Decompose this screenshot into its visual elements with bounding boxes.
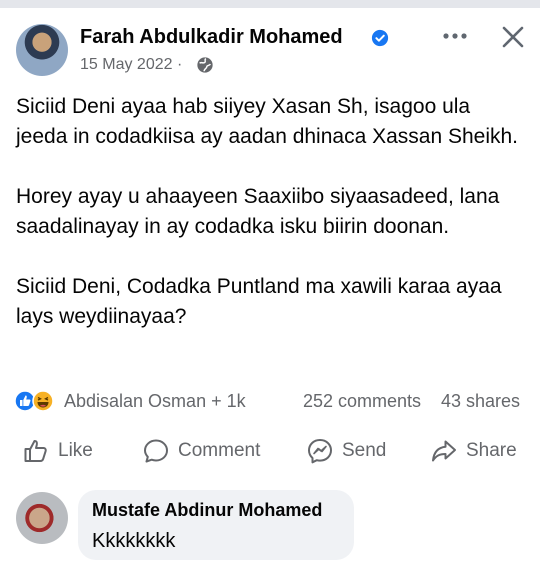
- share-button[interactable]: Share: [430, 436, 517, 466]
- share-arrow-icon: [432, 440, 456, 462]
- messenger-icon: [308, 439, 332, 464]
- post-paragraph: Horey ayay u ahaayeen Saaxiibo siyaasade…: [16, 185, 500, 238]
- top-divider: [0, 0, 540, 8]
- comment-text: Kkkkkkkk: [92, 530, 176, 552]
- haha-reaction-icon: [32, 390, 54, 412]
- post-paragraph: Siciid Deni ayaa hab siiyey Xasan Sh, is…: [16, 95, 519, 148]
- globe-icon: [197, 57, 213, 73]
- comment-bubble-icon: [144, 439, 168, 463]
- commenter-avatar[interactable]: [16, 492, 68, 544]
- author-avatar[interactable]: [16, 24, 68, 76]
- send-label: Send: [342, 440, 387, 461]
- like-button[interactable]: Like: [22, 436, 93, 466]
- reactions-count[interactable]: Abdisalan Osman + 1k: [64, 391, 246, 412]
- post-body: Siciid Deni ayaa hab siiyey Xasan Sh, is…: [16, 92, 526, 362]
- like-label: Like: [58, 440, 93, 461]
- comment-button[interactable]: Comment: [142, 436, 260, 466]
- share-label: Share: [466, 440, 517, 461]
- post-paragraph: Siciid Deni, Codadka Puntland ma xawili …: [16, 275, 502, 328]
- thumbs-up-icon: [24, 440, 47, 462]
- more-options-icon[interactable]: [440, 26, 470, 46]
- comments-count[interactable]: 252 comments: [303, 391, 421, 412]
- shares-count[interactable]: 43 shares: [441, 391, 520, 412]
- post-date[interactable]: 15 May 2022 ·: [80, 56, 182, 74]
- post-author-name[interactable]: Farah Abdulkadir Mohamed: [80, 26, 343, 49]
- close-icon[interactable]: [500, 24, 526, 50]
- comment-author-name[interactable]: Mustafe Abdinur Mohamed: [92, 500, 322, 521]
- verified-badge-icon: [371, 29, 389, 47]
- comment-label: Comment: [178, 440, 261, 461]
- send-button[interactable]: Send: [306, 436, 386, 466]
